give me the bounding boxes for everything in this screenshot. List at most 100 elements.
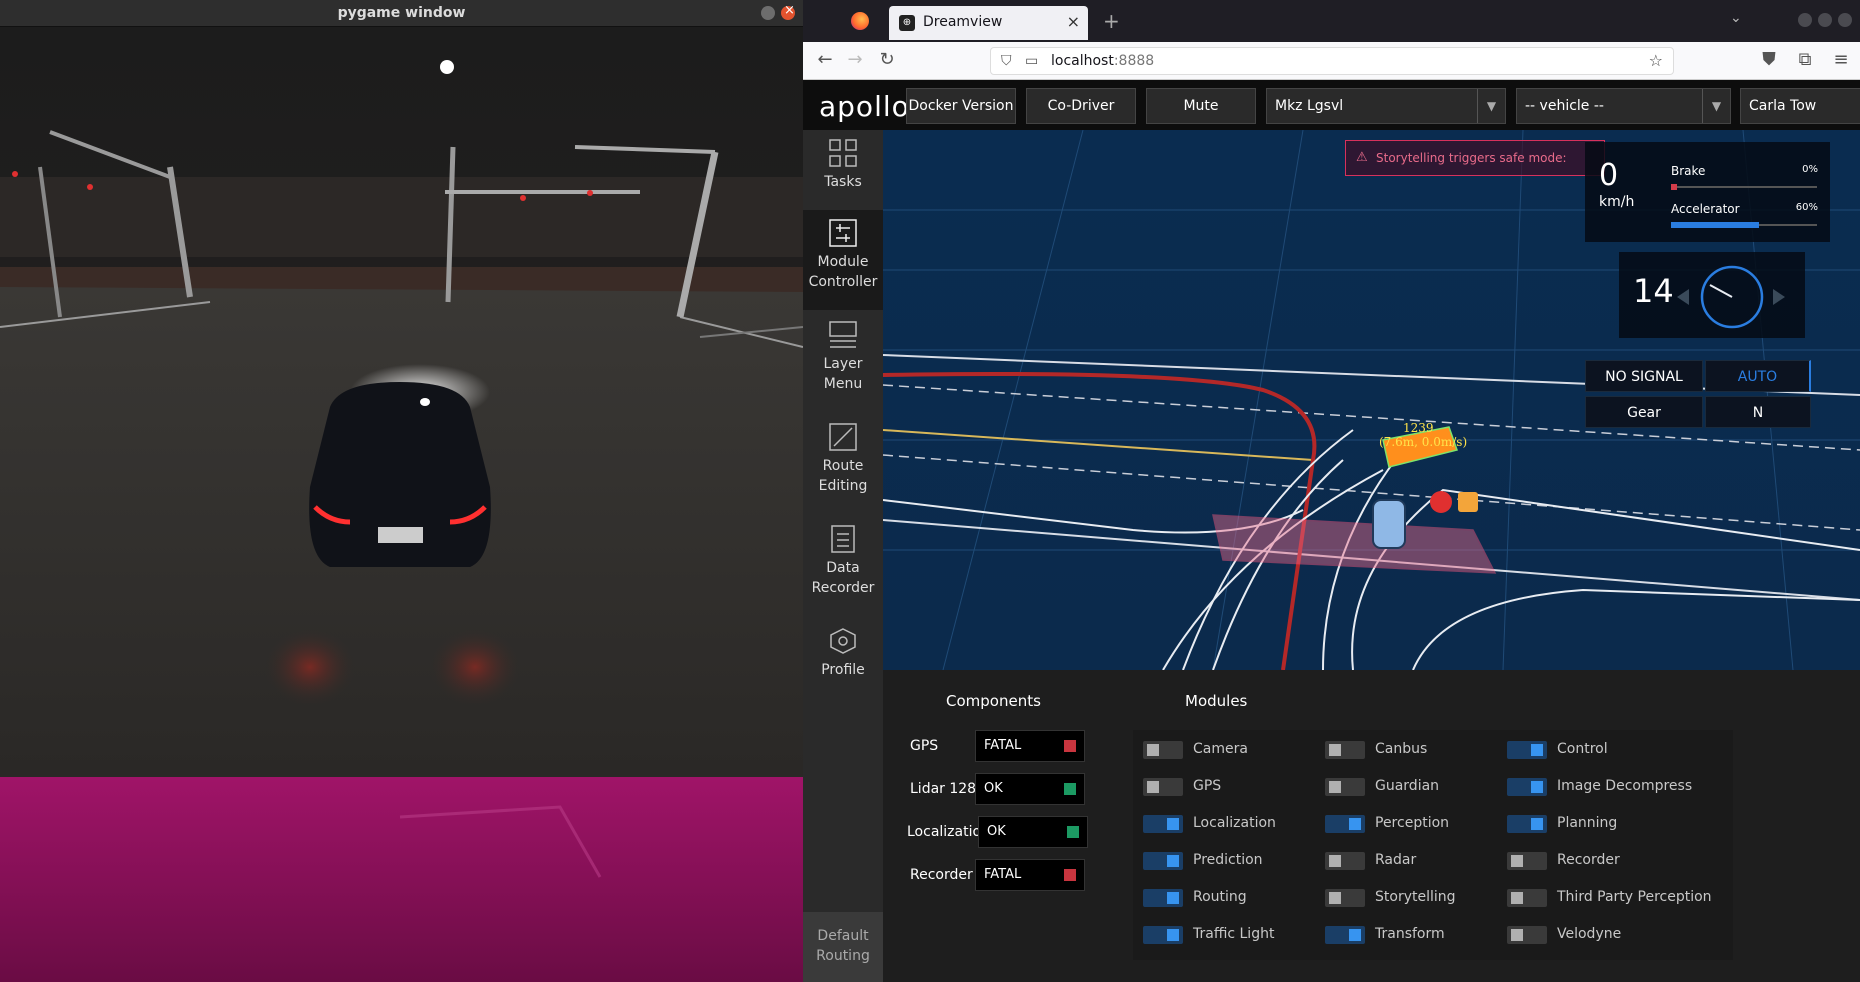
tab-bar: ⊕ Dreamview × + ⌄ [803,0,1860,42]
steering-panel: 14 [1619,252,1805,338]
module-toggle[interactable] [1325,778,1365,796]
status-indicator [1064,869,1076,881]
sidebar-item-label: Data [826,560,860,576]
safe-mode-banner: ⚠ Storytelling triggers safe mode: [1345,140,1605,176]
bookmark-star-icon[interactable]: ☆ [1649,51,1663,70]
module-toggle[interactable] [1143,889,1183,907]
sidebar-item-label: Tasks [824,174,862,190]
module-item: Recorder [1507,850,1687,872]
module-toggle[interactable] [1507,926,1547,944]
toggle-knob [1167,855,1179,867]
sidebar-item-route-editing[interactable]: Route Editing [803,414,883,514]
module-label: Localization [1193,815,1276,831]
tab-title: Dreamview [923,14,1003,30]
close-button[interactable] [781,3,795,20]
sidebar-item-tasks[interactable]: Tasks [803,130,883,210]
safe-mode-text: Storytelling triggers safe mode: [1376,151,1567,165]
tab-dreamview[interactable]: ⊕ Dreamview × [889,6,1088,40]
back-icon[interactable]: ← [813,49,837,70]
page-icon[interactable]: ▭ [1025,53,1038,69]
module-toggle[interactable] [1325,741,1365,759]
module-toggle[interactable] [1507,889,1547,907]
module-item: Transform [1325,924,1505,946]
maximize-button[interactable] [1818,13,1832,27]
menu-icon[interactable]: ≡ [1829,49,1853,70]
extensions-icon[interactable]: ⧉ [1793,49,1817,70]
vehicle-type-select[interactable]: -- vehicle -- ▼ [1516,88,1731,124]
module-toggle[interactable] [1143,778,1183,796]
reload-icon[interactable]: ↻ [875,49,899,70]
list-all-tabs-icon[interactable]: ⌄ [1730,10,1742,26]
module-toggle[interactable] [1143,815,1183,833]
brake-bar [1671,184,1817,190]
toggle-knob [1511,855,1523,867]
toggle-knob [1329,855,1341,867]
navigation-toolbar: ← → ↻ ⛉ ▭ localhost:8888 ☆ ⛊ ⧉ ≡ [803,42,1860,80]
module-toggle[interactable] [1325,852,1365,870]
map-select-value: Carla Tow [1749,98,1817,114]
module-toggle[interactable] [1325,889,1365,907]
module-item: Third Party Perception [1507,887,1712,909]
dreamview-header: apollo Docker Version Co-Driver Mute Mkz… [803,80,1860,130]
speed-panel: 0 km/h Brake 0% Accelerator 60% [1585,142,1830,242]
vehicle-select[interactable]: Mkz Lgsvl ▼ [1266,88,1506,124]
component-name: Lidar 128 [910,781,977,797]
module-toggle[interactable] [1507,852,1547,870]
sidebar-item-profile[interactable]: Profile [803,618,883,698]
gear-label: Gear [1585,396,1703,428]
module-item: Image Decompress [1507,776,1692,798]
firefox-window: ⊕ Dreamview × + ⌄ ← → ↻ ⛉ ▭ localhost:88… [803,0,1860,982]
toggle-knob [1511,929,1523,941]
minimize-button[interactable] [761,6,775,20]
status-indicator [1064,740,1076,752]
minimize-button[interactable] [1798,13,1812,27]
module-label: Velodyne [1557,926,1622,942]
module-toggle[interactable] [1143,741,1183,759]
module-toggle[interactable] [1143,852,1183,870]
toggle-knob [1147,781,1159,793]
sidebar-item-layer-menu[interactable]: Layer Menu [803,312,883,412]
pygame-titlebar: pygame window [0,0,803,27]
module-toggle[interactable] [1325,815,1365,833]
speed-value: 0 [1599,158,1619,193]
sidebar-item-module-controller[interactable]: Module Controller [803,210,883,310]
shield-icon[interactable]: ⛉ [1001,53,1012,69]
tab-close-icon[interactable]: × [1067,12,1080,31]
co-driver-button[interactable]: Co-Driver [1026,88,1136,124]
obstacle-id-label: 1239 [1403,421,1434,435]
module-toggle[interactable] [1507,815,1547,833]
toggle-knob [1329,744,1341,756]
pocket-icon[interactable]: ⛊ [1757,49,1781,70]
controller-icon [829,219,857,247]
module-toggle[interactable] [1507,778,1547,796]
mute-button[interactable]: Mute [1146,88,1256,124]
map-select[interactable]: Carla Tow [1740,88,1860,124]
url-text[interactable]: localhost:8888 [1051,53,1154,69]
scene-3d-view[interactable]: 1239 (7.6m, 0.0m/s) ⚠ Storytelling trigg… [883,130,1860,670]
status-indicator [1067,826,1079,838]
module-label: Prediction [1193,852,1263,868]
module-toggle[interactable] [1507,741,1547,759]
route-icon [829,423,857,451]
component-status-text: OK [987,824,1006,839]
forward-icon[interactable]: → [843,49,867,70]
new-tab-button[interactable]: + [1103,9,1120,33]
vehicle-type-value: -- vehicle -- [1525,98,1604,114]
close-button[interactable] [1838,13,1852,27]
steering-angle-value: 14 [1633,272,1674,310]
default-routing-button[interactable]: Default Routing [803,912,883,982]
vehicle-select-value: Mkz Lgsvl [1275,98,1344,114]
warning-icon: ⚠ [1356,150,1368,165]
module-toggle[interactable] [1325,926,1365,944]
gear-value: N [1705,396,1811,428]
apollo-logo: apollo [819,90,910,123]
url-bar[interactable]: ⛉ ▭ localhost:8888 ☆ [990,47,1674,75]
module-toggle[interactable] [1143,926,1183,944]
chevron-down-icon: ▼ [1702,89,1730,123]
modules-list: Camera GPS Localization Prediction Routing Tr… [1133,730,1733,960]
sidebar-item-data-recorder[interactable]: Data Recorder [803,516,883,616]
sidebar-item-label: Recorder [811,580,875,596]
docker-version-button[interactable]: Docker Version [906,88,1016,124]
module-item: Localization [1143,813,1323,835]
status-indicator [1064,783,1076,795]
